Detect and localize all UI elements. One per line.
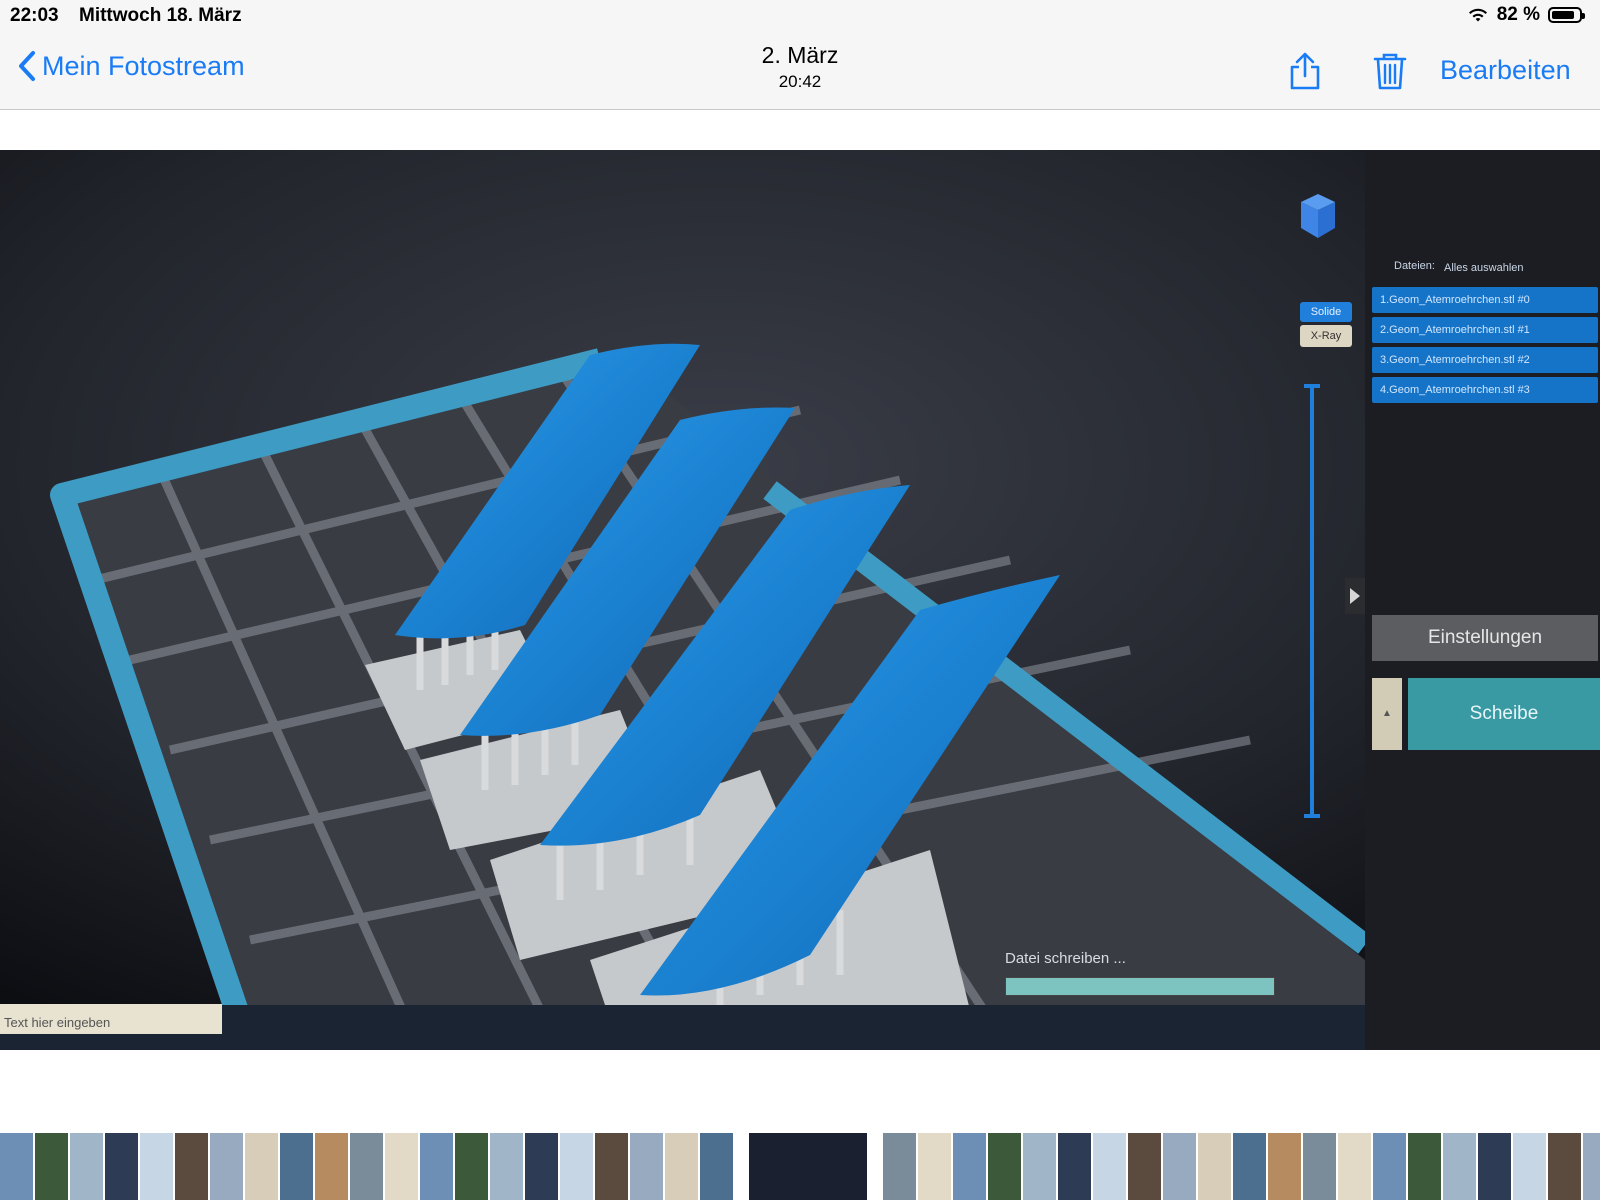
filmstrip-thumb[interactable]: [560, 1133, 593, 1200]
select-all-link[interactable]: Alles auswahlen: [1444, 262, 1524, 274]
status-time: 22:03: [10, 5, 59, 26]
filmstrip-thumb[interactable]: [1233, 1133, 1266, 1200]
filmstrip-thumb[interactable]: [1163, 1133, 1196, 1200]
filmstrip-thumb[interactable]: [315, 1133, 348, 1200]
filmstrip-thumb[interactable]: [280, 1133, 313, 1200]
filmstrip-thumb[interactable]: [70, 1133, 103, 1200]
nav-title: 2. März: [761, 42, 839, 68]
filmstrip-thumb[interactable]: [1373, 1133, 1406, 1200]
file-item-4[interactable]: 4.Geom_Atemroehrchen.stl #3: [1372, 377, 1598, 403]
filmstrip-thumb[interactable]: [105, 1133, 138, 1200]
files-label: Dateien:: [1394, 260, 1435, 272]
slice-button[interactable]: Scheibe: [1408, 678, 1600, 750]
filmstrip-thumb[interactable]: [490, 1133, 523, 1200]
filmstrip-thumb[interactable]: [420, 1133, 453, 1200]
progress-fill: [1006, 978, 1266, 995]
status-bar: 22:03 Mittwoch 18. März 82 %: [0, 0, 1600, 30]
filmstrip-thumb[interactable]: [988, 1133, 1021, 1200]
filmstrip-thumb[interactable]: [385, 1133, 418, 1200]
trash-icon: [1373, 53, 1407, 90]
filmstrip-thumb[interactable]: [210, 1133, 243, 1200]
settings-button[interactable]: Einstellungen: [1372, 615, 1598, 661]
filmstrip[interactable]: [0, 1133, 1600, 1200]
filmstrip-thumb[interactable]: [350, 1133, 383, 1200]
battery-percent: 82 %: [1496, 4, 1540, 25]
filmstrip-thumb[interactable]: [953, 1133, 986, 1200]
share-button[interactable]: [1288, 52, 1322, 95]
status-date: Mittwoch 18. März: [79, 5, 242, 26]
share-icon: [1290, 52, 1320, 90]
filmstrip-thumb[interactable]: [918, 1133, 951, 1200]
filmstrip-thumb[interactable]: [700, 1133, 733, 1200]
filmstrip-thumb[interactable]: [455, 1133, 488, 1200]
filmstrip-thumb-active[interactable]: [749, 1133, 867, 1200]
delete-button[interactable]: [1372, 52, 1408, 95]
filmstrip-thumb[interactable]: [630, 1133, 663, 1200]
filmstrip-thumb[interactable]: [1198, 1133, 1231, 1200]
filmstrip-thumb[interactable]: [1093, 1133, 1126, 1200]
filmstrip-thumb[interactable]: [883, 1133, 916, 1200]
nav-subtitle: 20:42: [778, 72, 822, 91]
filmstrip-thumb[interactable]: [175, 1133, 208, 1200]
battery-fill: [1552, 11, 1574, 19]
photo-view[interactable]: Dateien: Alles auswahlen 1.Geom_Atemroeh…: [0, 150, 1600, 1050]
progress-label: Datei schreiben ...: [1005, 950, 1126, 967]
filmstrip-thumb[interactable]: [1303, 1133, 1336, 1200]
filmstrip-thumb[interactable]: [1478, 1133, 1511, 1200]
filmstrip-thumb[interactable]: [1443, 1133, 1476, 1200]
filmstrip-thumb[interactable]: [1023, 1133, 1056, 1200]
filmstrip-thumb[interactable]: [1513, 1133, 1546, 1200]
file-item-1[interactable]: 1.Geom_Atemroehrchen.stl #0: [1372, 287, 1598, 313]
filmstrip-thumb[interactable]: [140, 1133, 173, 1200]
edit-button[interactable]: Bearbeiten: [1440, 55, 1571, 86]
xray-view-button[interactable]: X-Ray: [1300, 325, 1352, 347]
filmstrip-thumb[interactable]: [1583, 1133, 1600, 1200]
file-item-2[interactable]: 2.Geom_Atemroehrchen.stl #1: [1372, 317, 1598, 343]
file-item-3[interactable]: 3.Geom_Atemroehrchen.stl #2: [1372, 347, 1598, 373]
filmstrip-thumb[interactable]: [595, 1133, 628, 1200]
filmstrip-thumb[interactable]: [35, 1133, 68, 1200]
slice-options-button[interactable]: ▲: [1372, 678, 1402, 750]
filmstrip-thumb[interactable]: [1268, 1133, 1301, 1200]
filmstrip-thumb[interactable]: [0, 1133, 33, 1200]
status-right-group: 82 %: [1467, 4, 1585, 26]
battery-icon: [1548, 7, 1585, 23]
filmstrip-thumb[interactable]: [1128, 1133, 1161, 1200]
photo-scene: [0, 150, 1600, 1050]
filmstrip-thumb[interactable]: [1338, 1133, 1371, 1200]
filmstrip-thumb[interactable]: [1408, 1133, 1441, 1200]
nav-title-block: 2. März 20:42: [0, 42, 1600, 92]
filmstrip-thumb[interactable]: [525, 1133, 558, 1200]
filmstrip-thumb[interactable]: [1548, 1133, 1581, 1200]
filmstrip-thumb[interactable]: [1058, 1133, 1091, 1200]
filmstrip-thumb[interactable]: [665, 1133, 698, 1200]
taskbar-search-box: Text hier eingeben: [0, 1004, 222, 1034]
navigation-bar: Mein Fotostream 2. März 20:42 Bearbeiten: [0, 30, 1600, 110]
wifi-icon: [1468, 8, 1487, 22]
solid-view-button[interactable]: Solide: [1300, 302, 1352, 322]
write-progress-bar: [1005, 977, 1275, 996]
filmstrip-thumb[interactable]: [245, 1133, 278, 1200]
